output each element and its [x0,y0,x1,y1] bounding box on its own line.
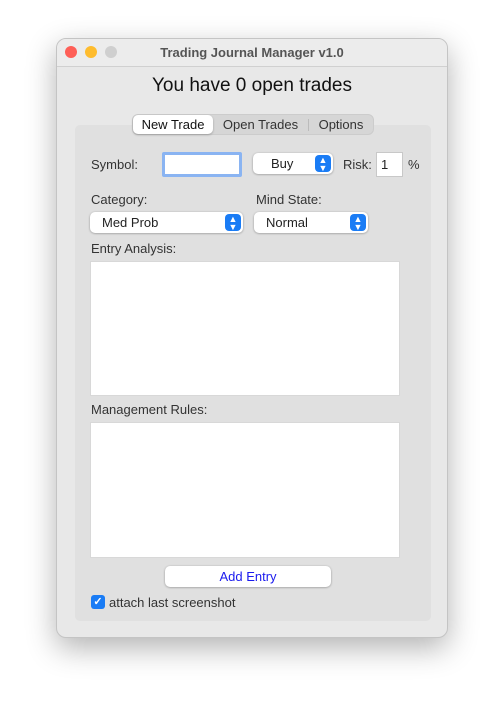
management-rules-textarea[interactable] [90,422,400,558]
mind-state-select[interactable]: Normal ▲ ▼ [254,212,368,233]
entry-analysis-label: Entry Analysis: [91,241,177,256]
mind-state-label: Mind State: [256,192,322,207]
app-window: Trading Journal Manager v1.0 You have 0 … [56,38,448,638]
attach-screenshot-checkbox[interactable]: ✓ [91,595,105,609]
add-entry-button[interactable]: Add Entry [165,566,331,587]
chevron-updown-icon: ▲ ▼ [350,214,366,232]
risk-input[interactable]: 1 [376,152,403,177]
tab-new-trade[interactable]: New Trade [133,115,213,134]
entry-analysis-textarea[interactable] [90,261,400,396]
attach-screenshot-label[interactable]: attach last screenshot [109,595,235,610]
window-title: Trading Journal Manager v1.0 [160,45,344,60]
tab-bar: New Trade Open Trades Options [132,114,374,135]
direction-value: Buy [271,156,294,171]
title-bar: Trading Journal Manager v1.0 [57,39,447,67]
chevron-updown-icon: ▲ ▼ [315,155,331,173]
risk-unit: % [408,157,420,172]
chevron-updown-icon: ▲ ▼ [225,214,241,232]
open-trades-heading: You have 0 open trades [151,75,353,96]
direction-select[interactable]: Buy ▲ ▼ [253,153,333,174]
tab-open-trades[interactable]: Open Trades [213,115,308,134]
management-rules-label: Management Rules: [91,402,208,417]
category-select[interactable]: Med Prob ▲ ▼ [90,212,243,233]
tab-options[interactable]: Options [309,115,373,134]
mind-state-value: Normal [266,215,308,230]
risk-label: Risk: [343,157,372,172]
symbol-label: Symbol: [91,157,138,172]
category-value: Med Prob [102,215,159,230]
category-label: Category: [91,192,148,207]
symbol-input[interactable] [162,152,242,177]
